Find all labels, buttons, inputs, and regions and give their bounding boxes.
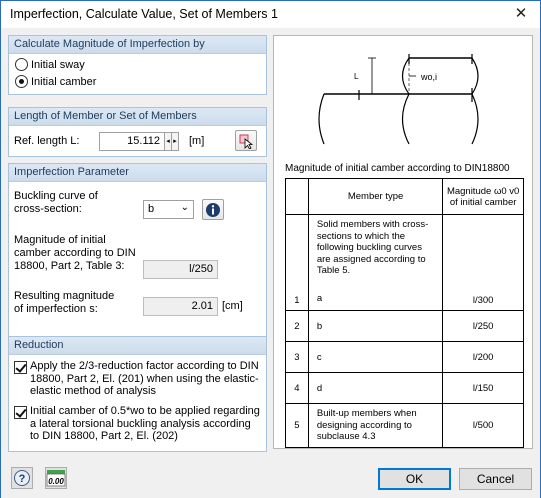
resulting-magnitude-value: 2.01	[143, 297, 218, 316]
row-number: 5	[285, 403, 309, 448]
initial-camber-radio[interactable]	[15, 75, 28, 88]
dialog-content: Calculate Magnitude of Imperfection by I…	[1, 28, 540, 498]
spin-up-icon[interactable]: ▸	[171, 132, 179, 151]
help-button[interactable]: ?	[11, 467, 33, 489]
row-number: 1	[285, 214, 309, 311]
diagram-length-label: L	[354, 72, 359, 81]
row-subtype: a	[316, 293, 323, 304]
row-value: l/300	[442, 214, 524, 311]
table-row: 1 Solid members with cross-sections to w…	[285, 214, 524, 311]
reduction-factor-text: Apply the 2/3-reduction factor according…	[30, 360, 259, 397]
reduction-factor-checkbox[interactable]	[14, 361, 27, 374]
table-header-row: Member type Magnitude ω0 v0 of initial c…	[285, 178, 524, 215]
table-row: 4 d l/150	[285, 372, 524, 404]
table-row: 2 b l/250	[285, 310, 524, 342]
table-caption: Magnitude of initial camber according to…	[285, 163, 510, 174]
initial-sway-radio[interactable]	[15, 58, 28, 71]
row-value: l/200	[442, 341, 524, 373]
title-bar: Imperfection, Calculate Value, Set of Me…	[1, 1, 540, 28]
initial-camber-label: Initial camber	[31, 75, 97, 88]
row-value: l/150	[442, 372, 524, 404]
decimal-places-button[interactable]: 0.00	[45, 467, 67, 489]
ref-length-label: Ref. length L:	[14, 135, 80, 147]
pick-length-button[interactable]	[235, 130, 257, 151]
calc-magnitude-group: Calculate Magnitude of Imperfection by I…	[8, 35, 267, 95]
initial-camber-label-line1: Magnitude of initial	[14, 234, 106, 246]
pick-cursor-icon	[239, 134, 254, 150]
info-icon	[206, 203, 220, 217]
buckling-curve-value: b	[148, 203, 155, 215]
ref-length-unit: [m]	[189, 135, 205, 147]
window-title: Imperfection, Calculate Value, Set of Me…	[10, 7, 278, 21]
reduction-factor-option[interactable]: Apply the 2/3-reduction factor according…	[14, 360, 262, 398]
row-subtype: c	[307, 341, 444, 373]
magnitude-header: Magnitude ω0 v0 of initial camber	[442, 178, 524, 215]
resulting-magnitude-label-line1: Resulting magnitude	[14, 290, 115, 302]
ref-length-input[interactable]: 15.112	[99, 132, 165, 151]
num-header	[285, 178, 309, 215]
row-type: Built-up members when designing accordin…	[307, 403, 444, 448]
initial-camber-label-line3: 18800, Part 2, Table 3:	[14, 260, 125, 272]
diagram-camber-label: wo,i	[420, 72, 437, 82]
reference-panel: L wo,i Magnitude of initial camber accor…	[273, 35, 533, 449]
length-header: Length of Member or Set of Members	[9, 108, 266, 126]
camber-table: Member type Magnitude ω0 v0 of initial c…	[285, 178, 524, 448]
row-number: 2	[285, 310, 309, 342]
length-group: Length of Member or Set of Members Ref. …	[8, 107, 267, 157]
imperfection-parameter-group: Imperfection Parameter Buckling curve of…	[8, 163, 267, 341]
half-camber-option[interactable]: Initial camber of 0.5*wo to be applied r…	[14, 405, 262, 443]
buckling-curve-label-line2: cross-section:	[14, 203, 82, 215]
row-subtype: d	[307, 372, 444, 404]
frame-diagram: L wo,i	[318, 54, 479, 145]
svg-text:?: ?	[19, 473, 26, 485]
help-icon: ?	[14, 470, 30, 486]
half-camber-text: Initial camber of 0.5*wo to be applied r…	[30, 405, 260, 442]
reduction-group: Reduction Apply the 2/3-reduction factor…	[8, 336, 267, 452]
initial-camber-label-line2: camber according to DIN	[14, 247, 136, 259]
row-type-cell: Solid members with cross-sections to whi…	[307, 214, 444, 311]
magnitude-header-line2: of initial camber	[449, 196, 517, 208]
imperfection-parameter-header: Imperfection Parameter	[9, 164, 266, 182]
resulting-magnitude-label: Resulting magnitude of imperfection s:	[14, 290, 114, 316]
initial-sway-label: Initial sway	[31, 58, 85, 71]
decimal-places-icon: 0.00	[46, 470, 66, 487]
row-type: Solid members with cross-sections to whi…	[316, 219, 429, 276]
button-bar: ? 0.00 OK Cancel	[1, 460, 540, 498]
initial-camber-magnitude-label: Magnitude of initial camber according to…	[14, 234, 136, 273]
magnitude-header-line1: Magnitude ω0 v0	[446, 185, 520, 197]
close-icon[interactable]: ✕	[510, 4, 532, 24]
chevron-down-icon: ⌄	[180, 202, 189, 213]
table-row: 5 Built-up members when designing accord…	[285, 403, 524, 448]
row-subtype: b	[307, 310, 444, 342]
row-number: 3	[285, 341, 309, 373]
row-number: 4	[285, 372, 309, 404]
row-value: l/500	[442, 403, 524, 448]
member-type-header: Member type	[307, 178, 444, 215]
initial-camber-value: l/250	[143, 260, 218, 279]
buckling-curve-select[interactable]: b ⌄	[143, 200, 194, 219]
cancel-button[interactable]: Cancel	[459, 468, 532, 490]
resulting-magnitude-unit: [cm]	[222, 300, 243, 312]
table-row: 3 c l/200	[285, 341, 524, 373]
info-button[interactable]	[202, 199, 224, 220]
row-value: l/250	[442, 310, 524, 342]
buckling-curve-label: Buckling curve of cross-section:	[14, 190, 98, 216]
resulting-magnitude-label-line2: of imperfection s:	[14, 303, 98, 315]
svg-text:0.00: 0.00	[48, 477, 64, 486]
ok-button[interactable]: OK	[378, 468, 451, 490]
reduction-header: Reduction	[9, 337, 266, 355]
initial-sway-option[interactable]: Initial sway	[15, 58, 85, 71]
buckling-curve-label-line1: Buckling curve of	[14, 190, 98, 202]
initial-camber-option[interactable]: Initial camber	[15, 75, 96, 88]
calc-magnitude-header: Calculate Magnitude of Imperfection by	[9, 36, 266, 54]
dialog-window: Imperfection, Calculate Value, Set of Me…	[0, 0, 541, 498]
half-camber-checkbox[interactable]	[14, 406, 27, 419]
